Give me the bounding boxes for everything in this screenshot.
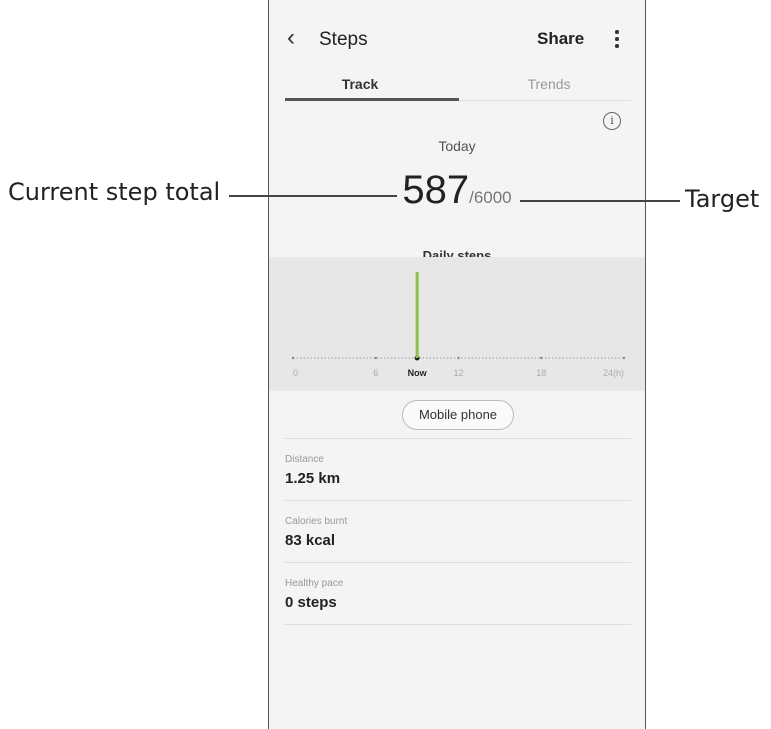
page-title: Steps (319, 29, 368, 50)
distance-value: 1.25 km (285, 470, 341, 487)
phone-screen: ‹ Steps Share Track Trends i Today 587/6… (268, 0, 646, 729)
divider (285, 562, 631, 563)
hourly-steps-chart: 0 6 Now 12 18 24(h) (291, 272, 626, 378)
annotation-leader-line-right (520, 200, 680, 202)
current-step-total: 587 (402, 168, 470, 212)
annotation-leader-line-left (229, 195, 397, 197)
more-options-icon[interactable] (611, 28, 621, 50)
tab-track[interactable]: Track (290, 76, 430, 92)
period-label: Today (438, 138, 476, 154)
axis-tick (374, 356, 377, 360)
tick-label: 24(h) (603, 368, 624, 378)
annotation-target: Target (685, 185, 760, 213)
axis-tick (622, 356, 626, 360)
healthy-pace-value: 0 steps (285, 594, 337, 611)
calories-label: Calories burnt (285, 516, 348, 527)
app-header: ‹ Steps Share (269, 0, 645, 80)
annotation-current-step-total: Current step total (8, 178, 221, 206)
axis-tick (540, 356, 543, 360)
step-target: /6000 (469, 188, 512, 207)
tab-trends[interactable]: Trends (479, 76, 619, 92)
divider (285, 500, 631, 501)
axis-tick (457, 356, 460, 360)
tick-label: 12 (453, 368, 463, 378)
tick-label: 6 (373, 368, 378, 378)
divider (285, 438, 631, 439)
tab-indicator (285, 98, 459, 101)
calories-value: 83 kcal (285, 532, 336, 549)
step-bar (415, 272, 419, 358)
step-summary: 587/6000 (269, 168, 645, 216)
healthy-pace-label: Healthy pace (285, 578, 344, 589)
info-icon[interactable]: i (603, 112, 621, 130)
axis-tick (291, 356, 295, 360)
device-source-button[interactable]: Mobile phone (402, 400, 514, 430)
tick-label: 0 (293, 368, 298, 378)
divider (285, 624, 631, 625)
tick-label-now: Now (408, 368, 428, 378)
distance-label: Distance (285, 454, 324, 465)
tick-label: 18 (536, 368, 546, 378)
back-chevron-icon[interactable]: ‹ (287, 26, 295, 50)
share-button[interactable]: Share (537, 29, 584, 49)
